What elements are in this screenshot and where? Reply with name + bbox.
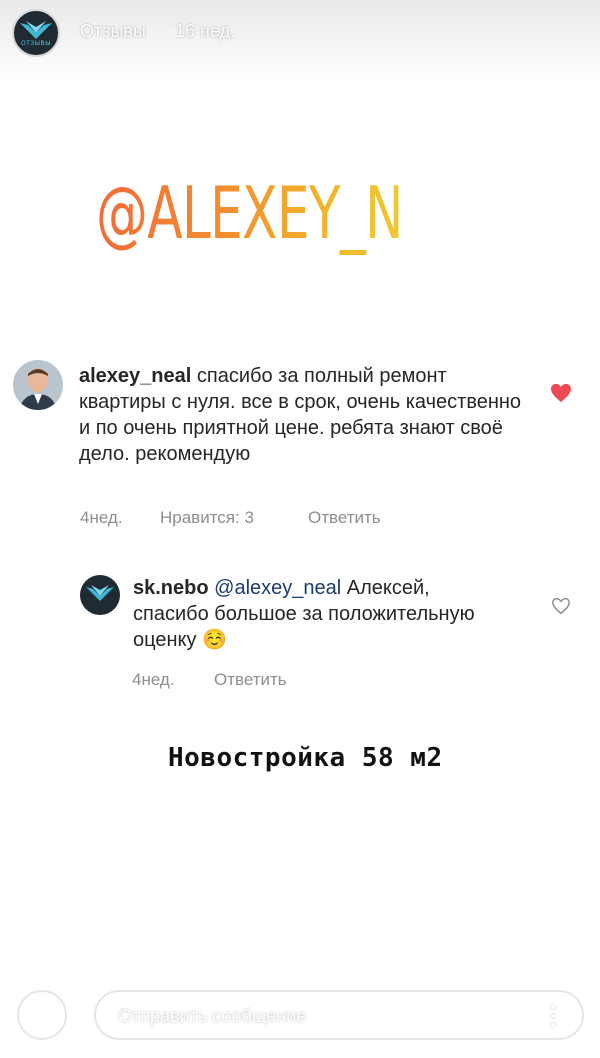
reply: sk.nebo @alexey_neal Алексей, спасибо бо…: [0, 570, 600, 700]
reply-bar: Отправить сообщение: [0, 968, 600, 1058]
reply-meta: 4нед. Ответить: [132, 670, 432, 692]
camera-icon: [30, 1005, 56, 1028]
reply-text: sk.nebo @alexey_neal Алексей, спасибо бо…: [133, 575, 493, 653]
comment-username[interactable]: alexey_neal: [79, 365, 191, 387]
likes-count[interactable]: Нравится: 3: [160, 508, 254, 528]
story-title[interactable]: Отзывы: [80, 21, 146, 42]
reply-avatar[interactable]: [80, 575, 120, 615]
camera-button[interactable]: [17, 990, 67, 1040]
message-input[interactable]: Отправить сообщение: [94, 990, 584, 1040]
story-avatar[interactable]: ОТЗЫВЫ: [12, 9, 60, 57]
message-placeholder: Отправить сообщение: [118, 1006, 307, 1026]
smile-emoji-icon: ☺️: [202, 629, 227, 651]
avatar[interactable]: [13, 360, 63, 410]
comment-text: alexey_neal спасибо за полный ремонт ква…: [79, 363, 527, 467]
user-photo-icon: [13, 360, 63, 410]
bird-logo-icon: [86, 585, 114, 601]
caption-text: Новостройка 58 м2: [168, 743, 443, 773]
story-header: ОТЗЫВЫ Отзывы 16 нед.: [0, 0, 600, 80]
heart-outline-icon[interactable]: [551, 597, 571, 615]
story-time: 16 нед.: [175, 21, 236, 41]
avatar-label: ОТЗЫВЫ: [21, 40, 51, 47]
comment-time: 4нед.: [80, 508, 123, 527]
reply-mention[interactable]: @alexey_neal: [214, 577, 341, 599]
comment: alexey_neal спасибо за полный ремонт ква…: [0, 355, 600, 535]
bird-logo-icon: [20, 21, 52, 39]
reply-username[interactable]: sk.nebo: [133, 577, 209, 599]
mention-sticker[interactable]: @ALEXEY_NEAL: [96, 168, 499, 258]
heart-filled-icon[interactable]: [550, 383, 572, 403]
reply-time: 4нед.: [132, 670, 175, 689]
reply-reply-button[interactable]: Ответить: [214, 670, 287, 690]
more-options-icon[interactable]: [550, 1005, 556, 1027]
reply-button[interactable]: Ответить: [308, 508, 381, 528]
comment-meta: 4нед. Нравится: 3 Ответить: [80, 508, 480, 530]
